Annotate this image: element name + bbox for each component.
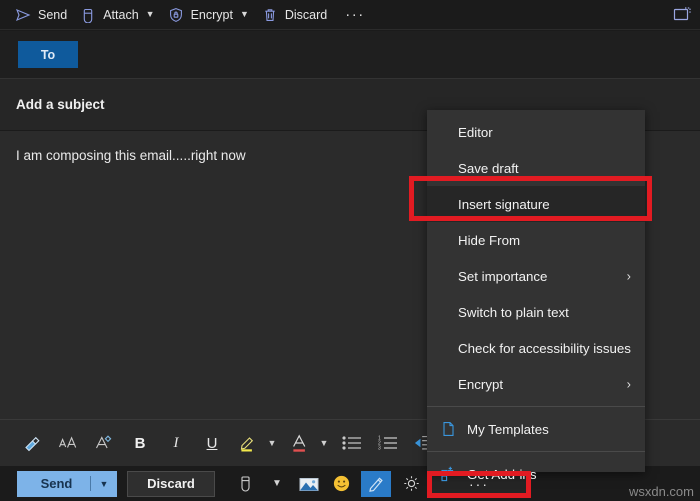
menu-item-label: Editor (458, 124, 493, 140)
font-color-icon[interactable] (290, 428, 310, 458)
menu-item-save-draft[interactable]: Save draft (427, 150, 645, 186)
suggestions-icon[interactable] (399, 471, 423, 497)
menu-item-label: Encrypt (458, 376, 504, 392)
bulleted-list-icon[interactable] (342, 428, 362, 458)
recipient-row[interactable]: To (0, 31, 700, 79)
menu-item-hide-from[interactable]: Hide From (427, 222, 645, 258)
encrypt-shield-lock-icon (167, 6, 185, 24)
highlight-color-icon[interactable] (238, 428, 258, 458)
format-painter-icon[interactable] (22, 428, 42, 458)
send-button[interactable]: Send ▼ (17, 470, 117, 497)
more-options-context-menu: Editor Save draft Insert signature Hide … (427, 110, 645, 482)
command-encrypt[interactable]: Encrypt ▼ (161, 1, 255, 29)
menu-item-label: Set importance (458, 268, 548, 284)
highlight-color-caret-icon[interactable]: ▼ (266, 428, 278, 458)
attach-paperclip-icon[interactable] (233, 471, 257, 497)
emoji-icon[interactable] (329, 471, 353, 497)
outlook-compose-window: Send Attach ▼ Encrypt ▼ Discard ··· To A… (0, 0, 700, 501)
command-send-label: Send (38, 7, 68, 22)
italic-icon[interactable]: I (166, 428, 186, 458)
insert-picture-icon[interactable] (297, 471, 321, 497)
command-discard[interactable]: Discard (255, 1, 333, 29)
chevron-right-icon: › (626, 268, 631, 284)
menu-item-label: Switch to plain text (458, 304, 569, 320)
menu-divider (427, 451, 645, 452)
menu-item-set-importance[interactable]: Set importance › (427, 258, 645, 294)
command-bar: Send Attach ▼ Encrypt ▼ Discard ··· (0, 0, 700, 30)
discard-trash-icon (261, 6, 279, 24)
to-field-button[interactable]: To (18, 41, 78, 68)
menu-item-label: Save draft (458, 160, 519, 176)
command-attach-label: Attach (103, 7, 139, 22)
svg-text:3: 3 (378, 446, 381, 451)
menu-item-encrypt[interactable]: Encrypt › (427, 366, 645, 402)
discard-button[interactable]: Discard (127, 470, 215, 497)
command-send[interactable]: Send (8, 1, 73, 29)
menu-item-switch-to-plain-text[interactable]: Switch to plain text (427, 294, 645, 330)
menu-item-label: Hide From (458, 232, 521, 248)
watermark: wsxdn.com (628, 484, 694, 499)
font-size-icon[interactable] (58, 428, 78, 458)
bold-icon[interactable]: B (130, 428, 150, 458)
menu-item-insert-signature[interactable]: Insert signature (427, 186, 645, 222)
menu-item-my-templates[interactable]: My Templates (427, 411, 645, 447)
chevron-down-icon[interactable]: ▼ (240, 10, 249, 19)
command-encrypt-label: Encrypt (190, 7, 233, 22)
get-addins-icon (437, 466, 459, 482)
chevron-down-icon[interactable]: ▼ (146, 10, 155, 19)
command-attach[interactable]: Attach ▼ (73, 1, 160, 29)
pop-out-icon[interactable] (673, 6, 692, 23)
menu-item-label: Insert signature (458, 196, 550, 212)
menu-divider (427, 406, 645, 407)
menu-item-get-addins[interactable]: Get Add-ins (427, 456, 645, 492)
menu-item-label: My Templates (467, 421, 549, 437)
menu-item-check-accessibility[interactable]: Check for accessibility issues (427, 330, 645, 366)
my-templates-icon (437, 421, 459, 437)
attach-paperclip-icon (79, 6, 97, 24)
numbered-list-icon[interactable]: 1 2 3 (378, 428, 398, 458)
menu-item-label: Get Add-ins (467, 466, 537, 482)
send-button-label: Send (40, 476, 73, 491)
clear-formatting-icon[interactable] (94, 428, 114, 458)
subject-input[interactable]: Add a subject (16, 97, 105, 112)
menu-item-label: Check for accessibility issues (458, 340, 631, 356)
send-options-caret-icon[interactable]: ▼ (91, 479, 117, 489)
chevron-right-icon: › (626, 376, 631, 392)
menu-item-editor[interactable]: Editor (427, 114, 645, 150)
attach-caret-icon[interactable]: ▼ (265, 471, 289, 497)
command-discard-label: Discard (284, 7, 328, 22)
insert-signature-icon[interactable] (361, 470, 391, 497)
send-icon (14, 6, 32, 24)
command-more-options[interactable]: ··· (339, 6, 371, 23)
underline-icon[interactable]: U (202, 428, 222, 458)
font-color-caret-icon[interactable]: ▼ (318, 428, 330, 458)
